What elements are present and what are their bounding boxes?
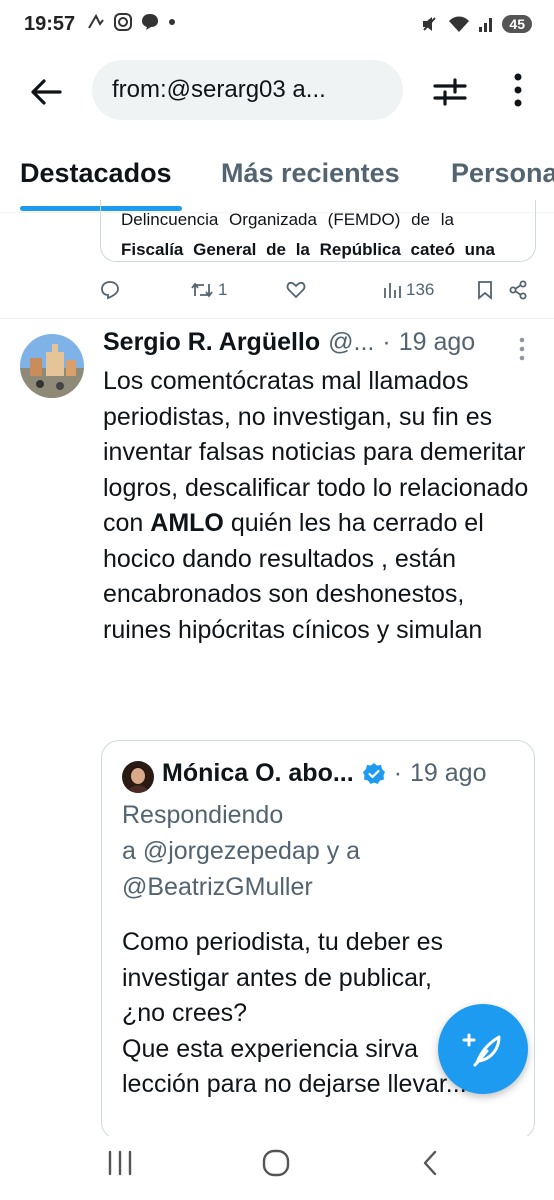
quoted-header: Mónica O. abo... · 19 ago — [162, 759, 486, 788]
previous-quote-card[interactable]: Delincuencia Organizada (FEMDO) de la Fi… — [100, 200, 536, 262]
gesture-icon — [88, 13, 104, 29]
quoted-avatar — [122, 761, 154, 793]
like-button[interactable] — [286, 280, 310, 300]
recent-apps-icon — [108, 1150, 132, 1176]
status-system-icons: 45 — [420, 14, 532, 34]
tweet-text: Los comentócratas mal llamados periodist… — [103, 364, 533, 648]
views-button[interactable]: 136 — [382, 280, 434, 300]
search-query-text: from:@serarg03 a... — [112, 76, 326, 103]
avatar[interactable] — [20, 334, 84, 398]
home-circle-icon — [262, 1149, 290, 1177]
verified-badge-icon — [362, 762, 386, 786]
compose-post-button[interactable] — [438, 1004, 528, 1094]
instagram-icon — [114, 13, 132, 31]
author-handle[interactable]: @... — [328, 328, 374, 357]
previous-quote-text-line: Delincuencia Organizada (FEMDO) de la — [121, 210, 454, 229]
tweet-divider — [0, 318, 554, 319]
status-time: 19:57 — [24, 13, 76, 35]
previous-tweet-actions: 1 136 — [0, 280, 554, 304]
quoted-author-name: Mónica O. abo... — [162, 759, 354, 787]
more-options-button[interactable] — [500, 68, 536, 112]
tweet-text-bold: AMLO — [150, 509, 224, 537]
tweet-timestamp[interactable]: 19 ago — [399, 328, 475, 357]
retweet-button[interactable]: 1 — [190, 280, 227, 300]
chat-bubble-icon — [142, 14, 158, 30]
replying-to: Respondiendo a @jorgezepedap y a @Beatri… — [122, 797, 360, 905]
system-back-button[interactable] — [410, 1148, 450, 1178]
bookmark-icon — [478, 281, 492, 300]
replying-to-line: a @jorgezepedap y a — [122, 837, 361, 865]
replying-to-line: @BeatrizGMuller — [122, 873, 313, 901]
dot-icon — [169, 19, 175, 25]
tweet-header: Sergio R. Argüello @... · 19 ago — [103, 328, 475, 357]
quoted-text-line: Como periodista, tu deber es — [122, 928, 444, 956]
more-vertical-icon — [519, 337, 525, 361]
separator-dot: · — [393, 759, 403, 787]
bookmark-button[interactable] — [476, 280, 494, 300]
heart-icon — [286, 281, 306, 299]
tweet-more-button[interactable] — [512, 336, 532, 362]
reply-button[interactable] — [100, 280, 124, 300]
wifi-icon — [449, 16, 470, 32]
back-button[interactable] — [26, 72, 66, 112]
reply-icon — [101, 281, 119, 300]
replying-to-line: Respondiendo — [122, 801, 284, 829]
status-bar: 19:57 45 — [0, 0, 554, 52]
mute-icon — [423, 17, 437, 31]
tab-destacados[interactable]: Destacados — [20, 158, 172, 189]
status-notification-icons — [86, 12, 177, 32]
avatar-photo-icon — [20, 334, 84, 398]
share-button[interactable] — [508, 280, 528, 300]
compose-feather-icon — [462, 1033, 501, 1067]
separator-dot: · — [382, 328, 391, 356]
quoted-timestamp: 19 ago — [410, 759, 487, 787]
quoted-text-line: investigar antes de publicar, — [122, 963, 432, 992]
previous-quote-text-line: Fiscalía General de la República cateó u… — [121, 240, 495, 259]
views-count: 136 — [406, 280, 435, 299]
retweet-icon — [191, 282, 213, 298]
quoted-avatar-photo-icon — [122, 761, 154, 793]
filter-button[interactable] — [428, 72, 472, 112]
author-name[interactable]: Sergio R. Argüello — [103, 328, 320, 357]
chevron-left-icon — [423, 1150, 437, 1176]
more-vertical-icon — [514, 73, 522, 107]
battery-badge: 45 — [502, 15, 532, 33]
back-arrow-icon — [31, 79, 62, 105]
views-bar-chart-icon — [384, 283, 401, 298]
signal-icon — [479, 18, 493, 32]
home-button[interactable] — [256, 1148, 296, 1178]
tab-mas-recientes[interactable]: Más recientes — [221, 158, 400, 189]
retweet-count: 1 — [218, 280, 228, 299]
filter-sliders-icon — [433, 78, 467, 106]
search-input[interactable]: from:@serarg03 a... — [92, 60, 403, 120]
tab-personas[interactable]: Personas — [451, 158, 554, 189]
share-icon — [509, 280, 527, 300]
recent-apps-button[interactable] — [100, 1148, 140, 1178]
